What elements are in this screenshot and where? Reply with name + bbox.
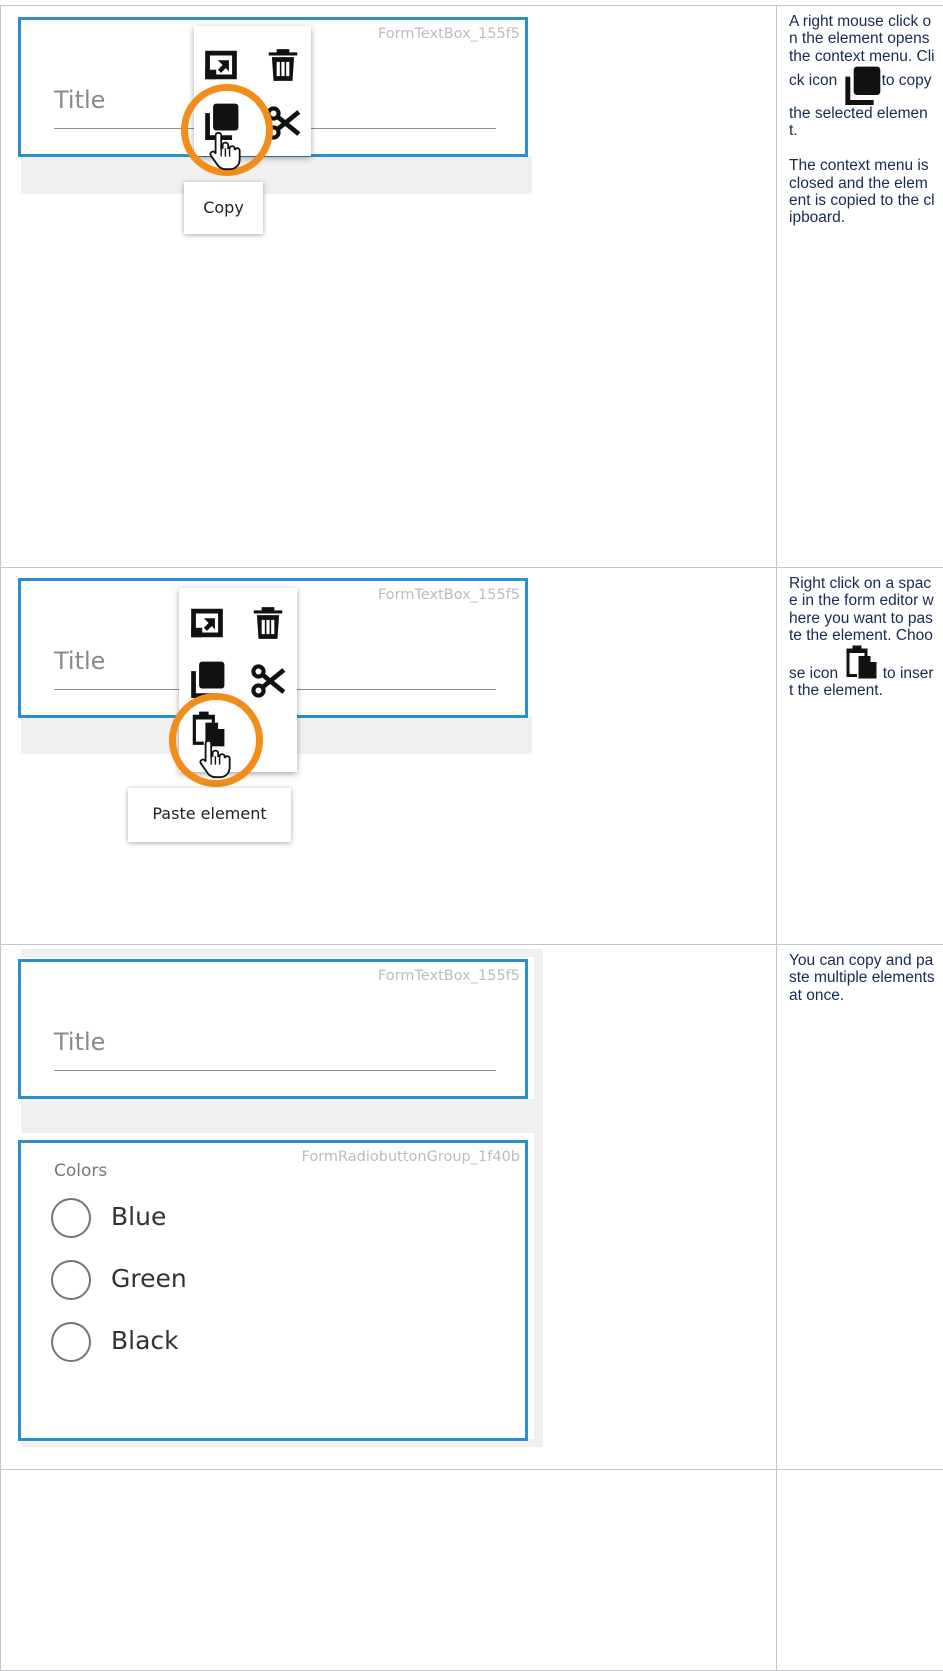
radio-group-label: Colors (54, 1161, 107, 1181)
radio-option-label: Black (111, 1326, 179, 1355)
radio-option-label: Green (111, 1264, 187, 1293)
title-field-label: Title (54, 647, 105, 675)
form-textbox[interactable]: FormTextBox_155f5 Title (18, 959, 528, 1099)
description-text: Right click on a space in the form edito… (789, 575, 935, 700)
documentation-table: FormTextBox_155f5 Title Copy A right mou… (0, 5, 943, 1671)
radio-option-green[interactable]: Green (51, 1260, 271, 1306)
description-text: The context menu is closed and the eleme… (789, 157, 935, 226)
resize-icon[interactable] (202, 46, 240, 84)
table-row: FormTextBox_155f5 Title Paste element (1, 568, 943, 945)
form-grid-strip (21, 156, 532, 194)
form-grid-strip (21, 1099, 543, 1133)
radio-option-label: Blue (111, 1202, 166, 1231)
table-row (1, 1470, 943, 1671)
hand-cursor-icon (207, 130, 241, 172)
screenshot-cell: FormTextBox_155f5 Title Copy (1, 6, 777, 568)
table-row: FormTextBox_155f5 Title FormRadiobuttonG… (1, 945, 943, 1470)
radio-button[interactable] (51, 1260, 91, 1300)
resize-icon[interactable] (188, 604, 226, 642)
copy-icon (842, 65, 882, 105)
radio-option-black[interactable]: Black (51, 1322, 271, 1368)
form-grid-strip (21, 949, 543, 957)
radio-button[interactable] (51, 1322, 91, 1362)
screenshot-cell (1, 1470, 777, 1671)
description-cell: You can copy and paste multiple elements… (777, 945, 943, 1470)
component-id-label: FormTextBox_155f5 (378, 968, 520, 984)
component-id-label: FormTextBox_155f5 (378, 587, 520, 603)
component-id-label: FormRadiobuttonGroup_1f40b (302, 1149, 520, 1165)
hand-cursor-icon (197, 738, 231, 780)
title-field-underline (54, 1070, 496, 1071)
title-field-label: Title (54, 86, 105, 114)
trash-icon[interactable] (264, 46, 302, 84)
form-grid-strip (534, 955, 543, 1445)
radio-button[interactable] (51, 1198, 91, 1238)
component-id-label: FormTextBox_155f5 (378, 26, 520, 42)
title-field-label: Title (54, 1028, 105, 1056)
description-cell: Right click on a space in the form edito… (777, 568, 943, 945)
description-cell: A right mouse click on the element opens… (777, 6, 943, 568)
copy-tooltip: Copy (184, 182, 263, 234)
trash-icon[interactable] (249, 604, 287, 642)
form-radiobutton-group[interactable]: FormRadiobuttonGroup_1f40b Colors Blue G… (18, 1140, 528, 1441)
radio-option-blue[interactable]: Blue (51, 1198, 271, 1244)
description-text: You can copy and paste multiple elements… (789, 952, 935, 1004)
screenshot-cell: FormTextBox_155f5 Title FormRadiobuttonG… (1, 945, 777, 1470)
table-row: FormTextBox_155f5 Title Copy A right mou… (1, 6, 943, 568)
paste-icon (842, 644, 878, 680)
description-cell (777, 1470, 943, 1671)
cut-icon[interactable] (249, 662, 287, 700)
screenshot-cell: FormTextBox_155f5 Title Paste element (1, 568, 777, 945)
description-text: A right mouse click on the element opens… (789, 13, 935, 139)
paste-tooltip: Paste element (128, 788, 291, 842)
